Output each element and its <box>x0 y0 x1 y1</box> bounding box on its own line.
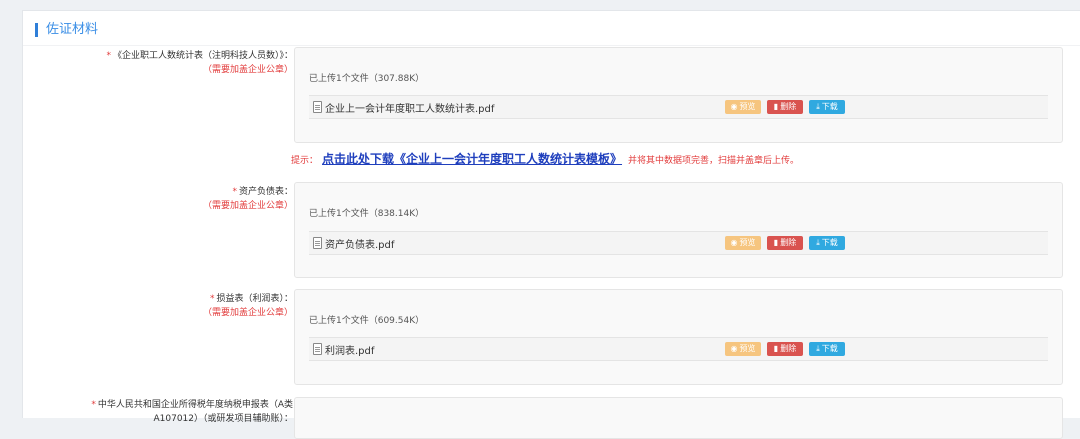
file-name: 利润表.pdf <box>325 346 375 357</box>
file-icon <box>313 101 322 113</box>
hint-label: 提示： <box>291 156 319 166</box>
section-divider <box>23 45 1080 46</box>
stamp-required-note: （需要加盖企业公章） <box>202 201 293 211</box>
upload-summary: 已上传1个文件（609.54K） <box>309 316 425 326</box>
eye-icon: ◉ <box>730 238 738 247</box>
file-icon <box>313 343 322 355</box>
delete-button[interactable]: ▮ 删除 <box>767 100 803 114</box>
delete-button[interactable]: ▮ 删除 <box>767 236 803 250</box>
download-button[interactable]: ⤓ 下载 <box>809 342 845 356</box>
download-button[interactable]: ⤓ 下载 <box>809 236 845 250</box>
file-row: 利润表.pdf ◉ 预览 ▮ 删除 ⤓ 下载 <box>309 337 1048 361</box>
trash-icon: ▮ <box>773 102 779 111</box>
file-name: 企业上一会计年度职工人数统计表.pdf <box>325 104 495 115</box>
download-icon: ⤓ <box>816 102 820 111</box>
section-title: 佐证材料 <box>35 23 98 37</box>
preview-button[interactable]: ◉ 预览 <box>725 100 761 114</box>
evidence-panel: 佐证材料 * 《企业职工人数统计表（注明科技人员数）》： （需要加盖企业公章） 已… <box>22 10 1080 439</box>
upload-summary: 已上传1个文件（838.14K） <box>309 209 425 219</box>
eye-icon: ◉ <box>730 102 738 111</box>
field-label-income-statement: * 损益表（利润表）： （需要加盖企业公章） <box>23 292 293 320</box>
required-star: * <box>91 400 96 410</box>
upload-box-tax-return <box>294 397 1063 439</box>
template-download-link[interactable]: 点击此处下载《企业上一会计年度职工人数统计表模板》 <box>322 152 622 166</box>
preview-button[interactable]: ◉ 预览 <box>725 236 761 250</box>
download-icon: ⤓ <box>816 238 820 247</box>
required-star: * <box>232 187 237 197</box>
file-row: 资产负债表.pdf ◉ 预览 ▮ 删除 ⤓ 下载 <box>309 231 1048 255</box>
delete-button[interactable]: ▮ 删除 <box>767 342 803 356</box>
upload-summary: 已上传1个文件（307.88K） <box>309 74 425 84</box>
eye-icon: ◉ <box>730 344 738 353</box>
preview-button[interactable]: ◉ 预览 <box>725 342 761 356</box>
trash-icon: ▮ <box>773 344 779 353</box>
trash-icon: ▮ <box>773 238 779 247</box>
field-label-employee-stats: * 《企业职工人数统计表（注明科技人员数）》： （需要加盖企业公章） <box>23 49 293 77</box>
stamp-required-note: （需要加盖企业公章） <box>202 308 293 318</box>
required-star: * <box>209 294 215 304</box>
download-hint: 提示： 点击此处下载《企业上一会计年度职工人数统计表模板》 并将其中数据项完善，扫描… <box>291 150 799 167</box>
file-name: 资产负债表.pdf <box>325 240 395 251</box>
upload-box-income-statement: 已上传1个文件（609.54K） 利润表.pdf ◉ 预览 ▮ 删除 ⤓ 下载 <box>294 289 1063 385</box>
download-icon: ⤓ <box>816 344 820 353</box>
upload-box-balance-sheet: 已上传1个文件（838.14K） 资产负债表.pdf ◉ 预览 ▮ 删除 ⤓ 下载 <box>294 182 1063 278</box>
stamp-required-note: （需要加盖企业公章） <box>202 65 293 75</box>
file-row: 企业上一会计年度职工人数统计表.pdf ◉ 预览 ▮ 删除 ⤓ 下载 <box>309 95 1048 119</box>
download-button[interactable]: ⤓ 下载 <box>809 100 845 114</box>
field-label-tax-return: * 中华人民共和国企业所得税年度纳税申报表（A类 A107012）（或研发项目辅助… <box>91 400 293 424</box>
required-star: * <box>106 51 111 61</box>
file-icon <box>313 237 322 249</box>
hint-instruction: 并将其中数据项完善，扫描并盖章后上传。 <box>628 156 800 166</box>
field-label-balance-sheet: * 资产负债表： （需要加盖企业公章） <box>23 185 293 213</box>
upload-box-employee-stats: 已上传1个文件（307.88K） 企业上一会计年度职工人数统计表.pdf ◉ 预览… <box>294 47 1063 143</box>
